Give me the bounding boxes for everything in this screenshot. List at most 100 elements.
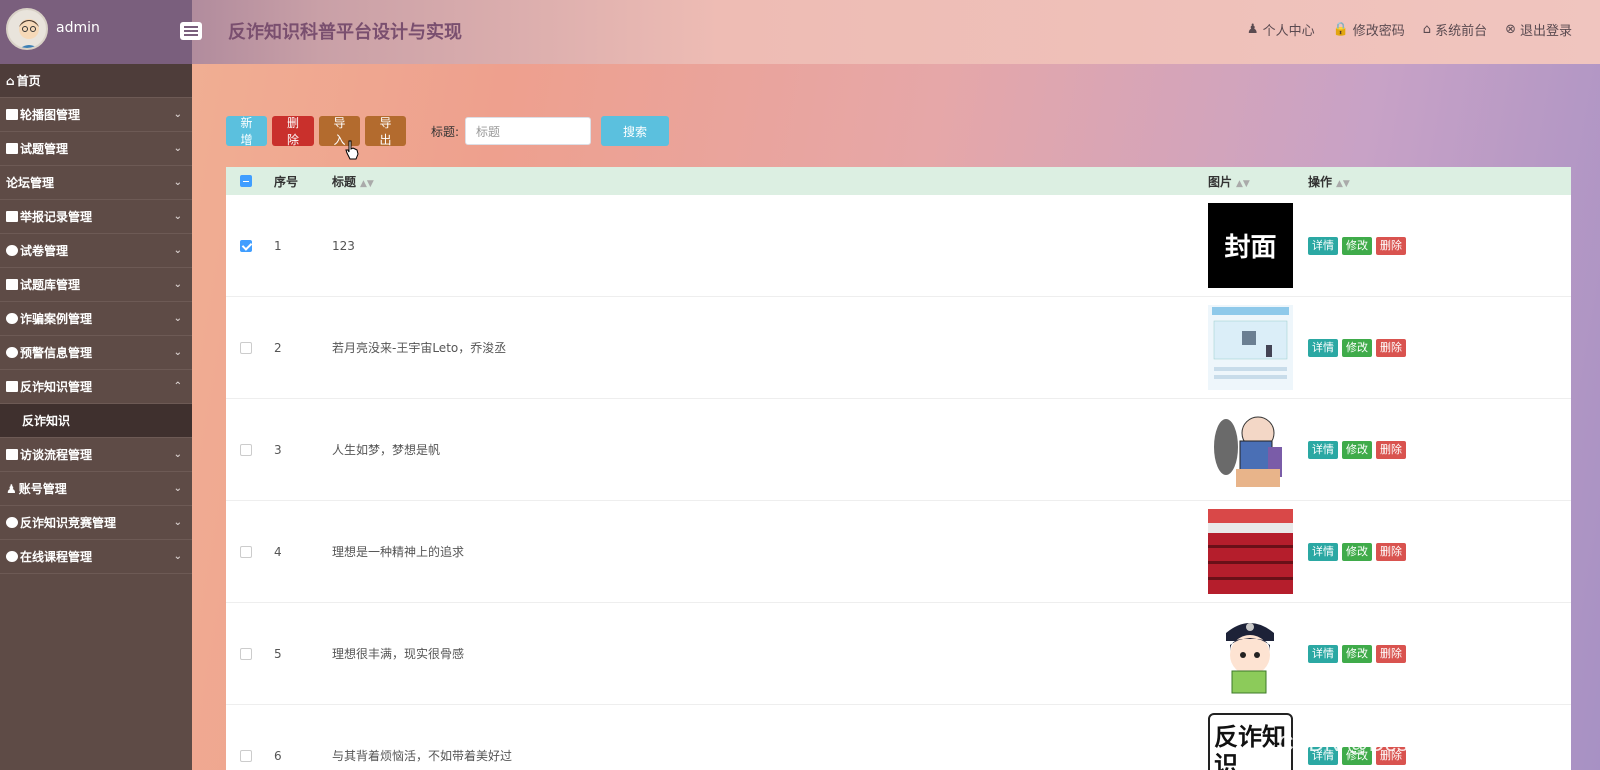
- column-header-image[interactable]: 图片 ▲▼: [1206, 173, 1308, 190]
- select-all-checkbox[interactable]: [240, 175, 252, 187]
- avatar[interactable]: [6, 8, 48, 50]
- row-thumbnail: 封面: [1208, 203, 1293, 288]
- sidebar-item-home[interactable]: ⌂ 首页: [0, 64, 192, 98]
- chevron-down-icon: ⌄: [173, 449, 182, 460]
- sort-icon[interactable]: ▲▼: [360, 179, 374, 189]
- lock-icon: 🔒: [1332, 22, 1349, 37]
- column-header-no: 序号: [274, 174, 299, 189]
- column-header-ops[interactable]: 操作 ▲▼: [1308, 173, 1571, 190]
- sidebar-item-reports[interactable]: 举报记录管理 ⌄: [0, 200, 192, 234]
- link-change-password[interactable]: 🔒 修改密码: [1333, 20, 1405, 39]
- row-checkbox[interactable]: [240, 545, 252, 558]
- table-row: 1 123 封面 详情 修改 删除: [226, 195, 1571, 297]
- header-links: ♟ 个人中心 🔒 修改密码 ⌂ 系统前台 ⊗ 退出登录: [1247, 20, 1572, 39]
- column-header-ops-label: 操作: [1308, 174, 1333, 189]
- add-button[interactable]: 新增: [226, 116, 267, 147]
- sidebar-item-quiz-competition[interactable]: 反诈知识竞赛管理 ⌄: [0, 506, 192, 540]
- detail-button[interactable]: 详情: [1308, 440, 1338, 459]
- user-icon: ♟: [1246, 22, 1259, 37]
- table-row: 4 理想是一种精神上的追求 详情 修改 删除: [226, 501, 1571, 603]
- delete-button[interactable]: 删除: [1376, 542, 1406, 561]
- row-title: 若月亮没来-王宇宙Leto，乔浚丞: [332, 341, 507, 355]
- sort-icon[interactable]: ▲▼: [1336, 179, 1350, 189]
- watermark: CSDN @Designer 小郑: [1278, 731, 1507, 756]
- sidebar-item-questions[interactable]: 试题管理 ⌄: [0, 132, 192, 166]
- delete-button[interactable]: 删除: [1376, 644, 1406, 663]
- table-header: 序号 标题 ▲▼ 图片 ▲▼ 操作 ▲▼: [226, 167, 1571, 195]
- toolbar: 新增 删除 导入 导出 标题: 标题 搜索: [226, 116, 674, 147]
- detail-button[interactable]: 详情: [1308, 236, 1338, 255]
- row-checkbox[interactable]: [240, 647, 252, 660]
- sidebar-item-papers[interactable]: 试卷管理 ⌄: [0, 234, 192, 268]
- chevron-down-icon: ⌄: [173, 211, 182, 222]
- edit-button[interactable]: 修改: [1342, 236, 1372, 255]
- sidebar-subitem-anti-fraud-knowledge[interactable]: 反诈知识: [0, 404, 192, 438]
- row-thumbnail: [1208, 305, 1293, 390]
- link-profile[interactable]: ♟ 个人中心: [1247, 20, 1315, 39]
- sidebar-item-fraud-cases[interactable]: 诈骗案例管理 ⌄: [0, 302, 192, 336]
- link-profile-label: 个人中心: [1262, 24, 1315, 39]
- sort-icon[interactable]: ▲▼: [1236, 179, 1250, 189]
- row-checkbox[interactable]: [240, 749, 252, 762]
- row-title: 理想是一种精神上的追求: [332, 545, 465, 559]
- sidebar-item-label: 预警信息管理: [20, 346, 93, 360]
- batch-delete-button[interactable]: 删除: [272, 116, 314, 147]
- row-checkbox[interactable]: [240, 443, 252, 456]
- sidebar-item-anti-fraud-knowledge[interactable]: 反诈知识管理 ⌃: [0, 370, 192, 404]
- sidebar-item-online-courses[interactable]: 在线课程管理 ⌄: [0, 540, 192, 574]
- export-button[interactable]: 导出: [365, 116, 406, 147]
- edit-button[interactable]: 修改: [1342, 338, 1372, 357]
- link-frontend-label: 系统前台: [1435, 24, 1488, 39]
- sidebar-item-label: 反诈知识管理: [20, 380, 93, 394]
- sidebar-item-label: 反诈知识竞赛管理: [20, 516, 117, 530]
- sidebar-item-alerts[interactable]: 预警信息管理 ⌄: [0, 336, 192, 370]
- stack-icon: [6, 551, 18, 562]
- sidebar: ⌂ 首页 轮播图管理 ⌄ 试题管理 ⌄ 论坛管理 ⌄ 举报记录管理 ⌄ 试卷管理…: [0, 64, 192, 770]
- link-logout[interactable]: ⊗ 退出登录: [1505, 20, 1572, 39]
- edit-button[interactable]: 修改: [1342, 542, 1372, 561]
- top-header: admin 反诈知识科普平台设计与实现 ♟ 个人中心 🔒 修改密码 ⌂ 系统前台…: [0, 0, 1600, 64]
- search-input[interactable]: 标题: [465, 117, 592, 145]
- row-thumbnail: [1208, 611, 1293, 696]
- image-icon: [6, 109, 18, 120]
- stack-icon: [6, 313, 18, 324]
- chevron-down-icon: ⌄: [173, 483, 182, 494]
- user-icon: ♟: [6, 481, 17, 496]
- search-label: 标题:: [431, 124, 460, 139]
- link-frontend[interactable]: ⌂ 系统前台: [1423, 20, 1487, 39]
- row-checkbox[interactable]: [240, 239, 252, 252]
- hand-cursor-icon: [345, 140, 359, 160]
- sidebar-item-label: 试题管理: [20, 142, 69, 156]
- delete-button[interactable]: 删除: [1376, 236, 1406, 255]
- chevron-down-icon: ⌄: [173, 143, 182, 154]
- chevron-down-icon: ⌄: [173, 177, 182, 188]
- circle-icon: [6, 517, 18, 528]
- delete-button[interactable]: 删除: [1376, 440, 1406, 459]
- sidebar-item-label: 在线课程管理: [20, 550, 93, 564]
- sidebar-item-question-bank[interactable]: 试题库管理 ⌄: [0, 268, 192, 302]
- search-button[interactable]: 搜索: [601, 116, 670, 146]
- edit-button[interactable]: 修改: [1342, 644, 1372, 663]
- home-icon: ⌂: [6, 73, 15, 88]
- sidebar-item-forum[interactable]: 论坛管理 ⌄: [0, 166, 192, 200]
- book-icon: [6, 381, 18, 392]
- document-icon: [6, 449, 18, 460]
- sidebar-item-carousel[interactable]: 轮播图管理 ⌄: [0, 98, 192, 132]
- row-title: 理想很丰满，现实很骨感: [332, 647, 465, 661]
- data-table: 序号 标题 ▲▼ 图片 ▲▼ 操作 ▲▼ 1 123 封面 详情 修改 删除 2 若月亮没…: [226, 167, 1571, 770]
- edit-button[interactable]: 修改: [1342, 440, 1372, 459]
- detail-button[interactable]: 详情: [1308, 338, 1338, 357]
- row-no: 3: [274, 442, 282, 457]
- sidebar-item-accounts[interactable]: ♟ 账号管理 ⌄: [0, 472, 192, 506]
- detail-button[interactable]: 详情: [1308, 542, 1338, 561]
- sidebar-item-label: 试卷管理: [20, 244, 69, 258]
- delete-button[interactable]: 删除: [1376, 338, 1406, 357]
- row-checkbox[interactable]: [240, 341, 252, 354]
- detail-button[interactable]: 详情: [1308, 644, 1338, 663]
- menu-toggle-icon[interactable]: [180, 22, 202, 40]
- sidebar-item-interview-process[interactable]: 访谈流程管理 ⌄: [0, 438, 192, 472]
- column-header-title[interactable]: 标题 ▲▼: [324, 173, 1206, 190]
- username: admin: [56, 20, 100, 36]
- column-header-title-label: 标题: [332, 174, 357, 189]
- thumbnail-text: 封面: [1224, 233, 1277, 263]
